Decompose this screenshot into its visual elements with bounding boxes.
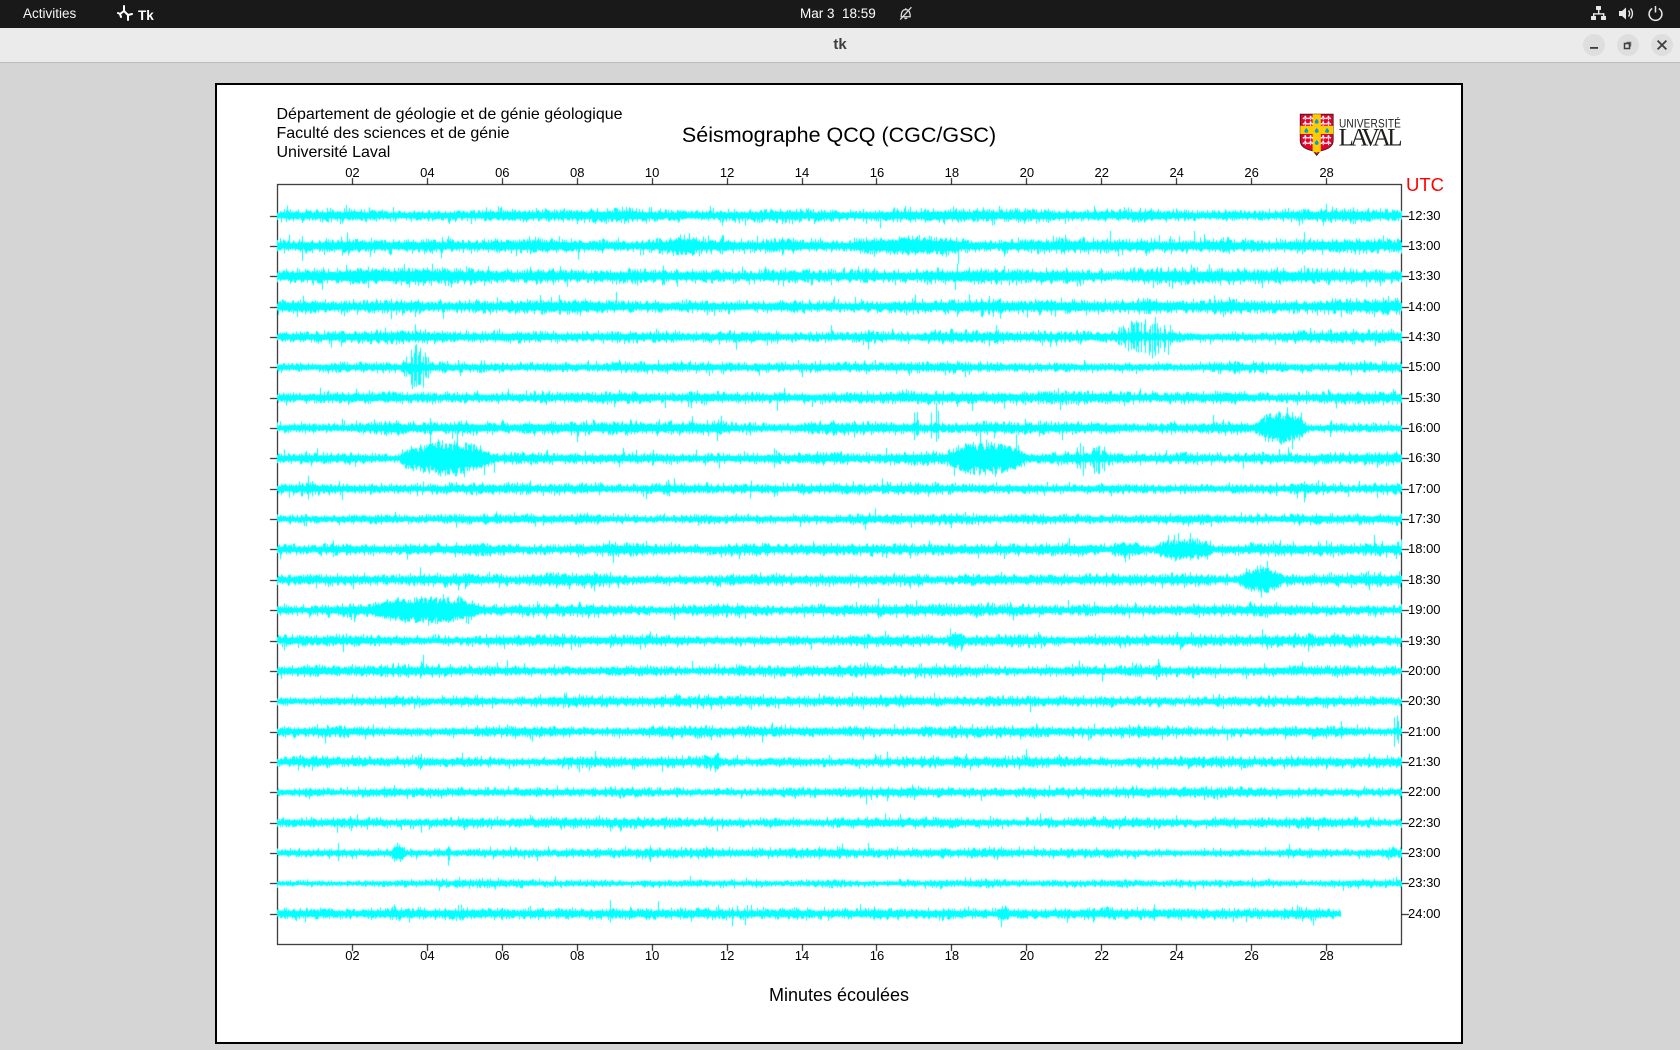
- svg-text:LAVAL: LAVAL: [1339, 125, 1403, 152]
